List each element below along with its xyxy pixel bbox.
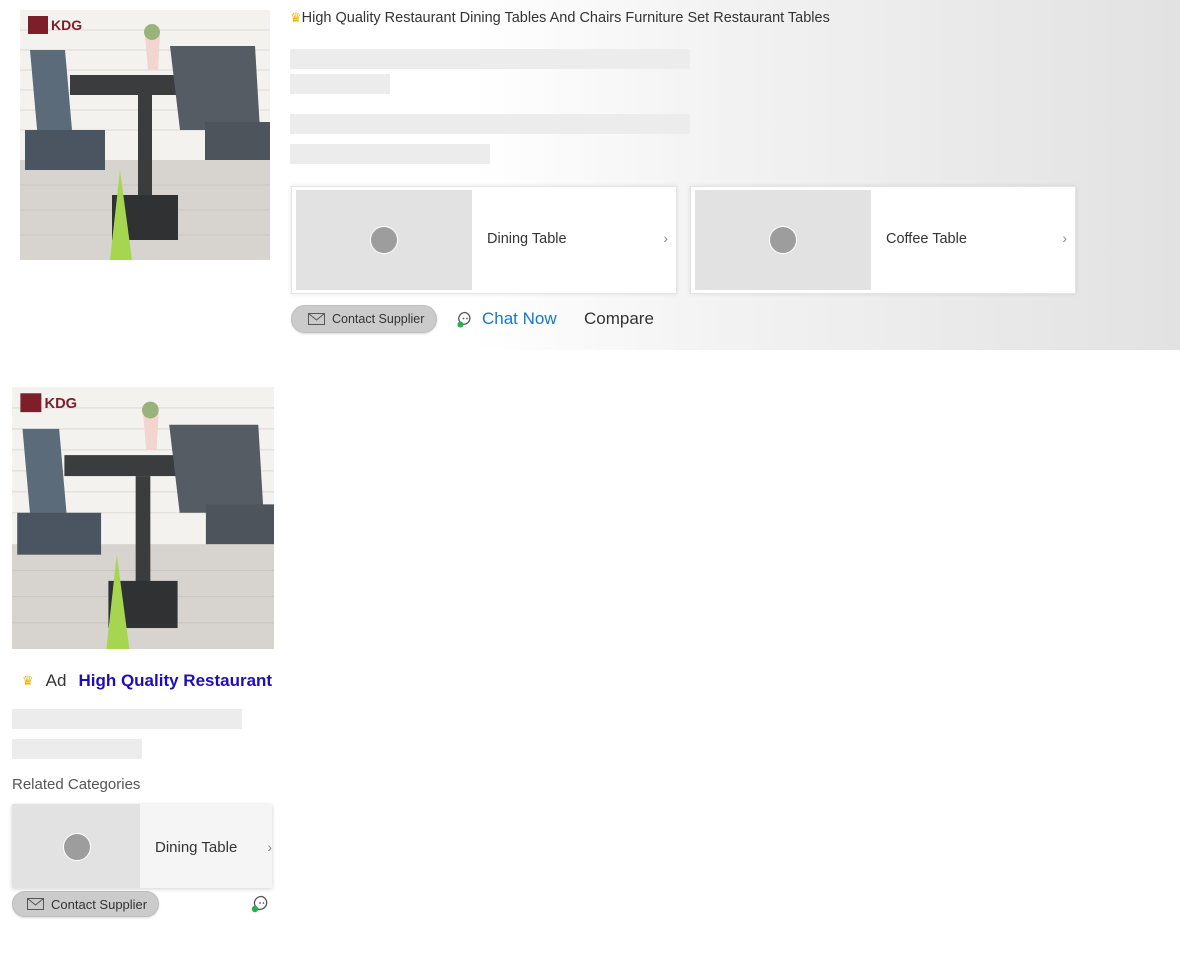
image-placeholder-icon: [63, 833, 91, 861]
loading-placeholder: [290, 49, 690, 69]
crown-icon: ♛: [22, 673, 34, 688]
chat-now-link[interactable]: Chat Now: [457, 309, 557, 329]
envelope-icon: [27, 898, 44, 910]
related-category-card[interactable]: Dining Table ›: [291, 186, 677, 294]
compare-link[interactable]: Compare: [584, 309, 654, 329]
crown-icon: ♛: [290, 10, 302, 25]
product-listing-card: KDG ♛High Quality Restaurant Dining Tabl…: [0, 0, 1180, 350]
image-placeholder-icon: [370, 226, 398, 254]
loading-placeholder: [12, 739, 142, 759]
contact-supplier-button[interactable]: Contact Supplier: [291, 305, 437, 333]
product-image[interactable]: KDG: [20, 10, 270, 260]
category-label: Dining Table: [487, 231, 567, 247]
category-thumbnail: [296, 190, 472, 290]
category-label: Dining Table: [155, 839, 238, 856]
contact-supplier-button[interactable]: Contact Supplier: [12, 891, 159, 917]
chat-bubble-icon[interactable]: [251, 895, 271, 913]
loading-placeholder: [290, 74, 390, 94]
chevron-right-icon: ›: [267, 839, 272, 855]
product-title-text[interactable]: High Quality Restaurant Dining Tables An…: [302, 10, 830, 26]
chat-bubble-icon: [457, 311, 471, 327]
envelope-icon: [308, 313, 325, 325]
ad-product-image[interactable]: KDG: [12, 387, 274, 649]
ad-badge: Ad: [45, 671, 67, 690]
chevron-right-icon: ›: [1062, 230, 1067, 246]
svg-text:KDG: KDG: [44, 396, 77, 412]
loading-placeholder: [290, 114, 690, 134]
ad-product-title[interactable]: High Quality Restaurant Dining Tables An…: [78, 671, 274, 691]
contact-supplier-label: Contact Supplier: [332, 312, 425, 326]
product-title[interactable]: ♛High Quality Restaurant Dining Tables A…: [290, 10, 830, 26]
ad-product-photo: KDG: [12, 387, 274, 649]
svg-text:KDG: KDG: [51, 17, 82, 33]
image-placeholder-icon: [769, 226, 797, 254]
contact-supplier-label: Contact Supplier: [51, 896, 148, 912]
ad-title-row: ♛ Ad High Quality Restaurant Dining Tabl…: [22, 668, 274, 694]
chevron-right-icon: ›: [663, 230, 668, 246]
related-category-card[interactable]: Dining Table ›: [12, 804, 272, 888]
loading-placeholder: [290, 144, 490, 164]
related-category-card[interactable]: Coffee Table ›: [690, 186, 1076, 294]
related-categories-heading: Related Categories: [12, 776, 141, 793]
category-label: Coffee Table: [886, 231, 967, 247]
product-photo: KDG: [20, 10, 270, 260]
category-thumbnail: [12, 804, 140, 888]
loading-placeholder: [12, 709, 242, 729]
chat-now-label: Chat Now: [482, 309, 557, 328]
category-thumbnail: [695, 190, 871, 290]
